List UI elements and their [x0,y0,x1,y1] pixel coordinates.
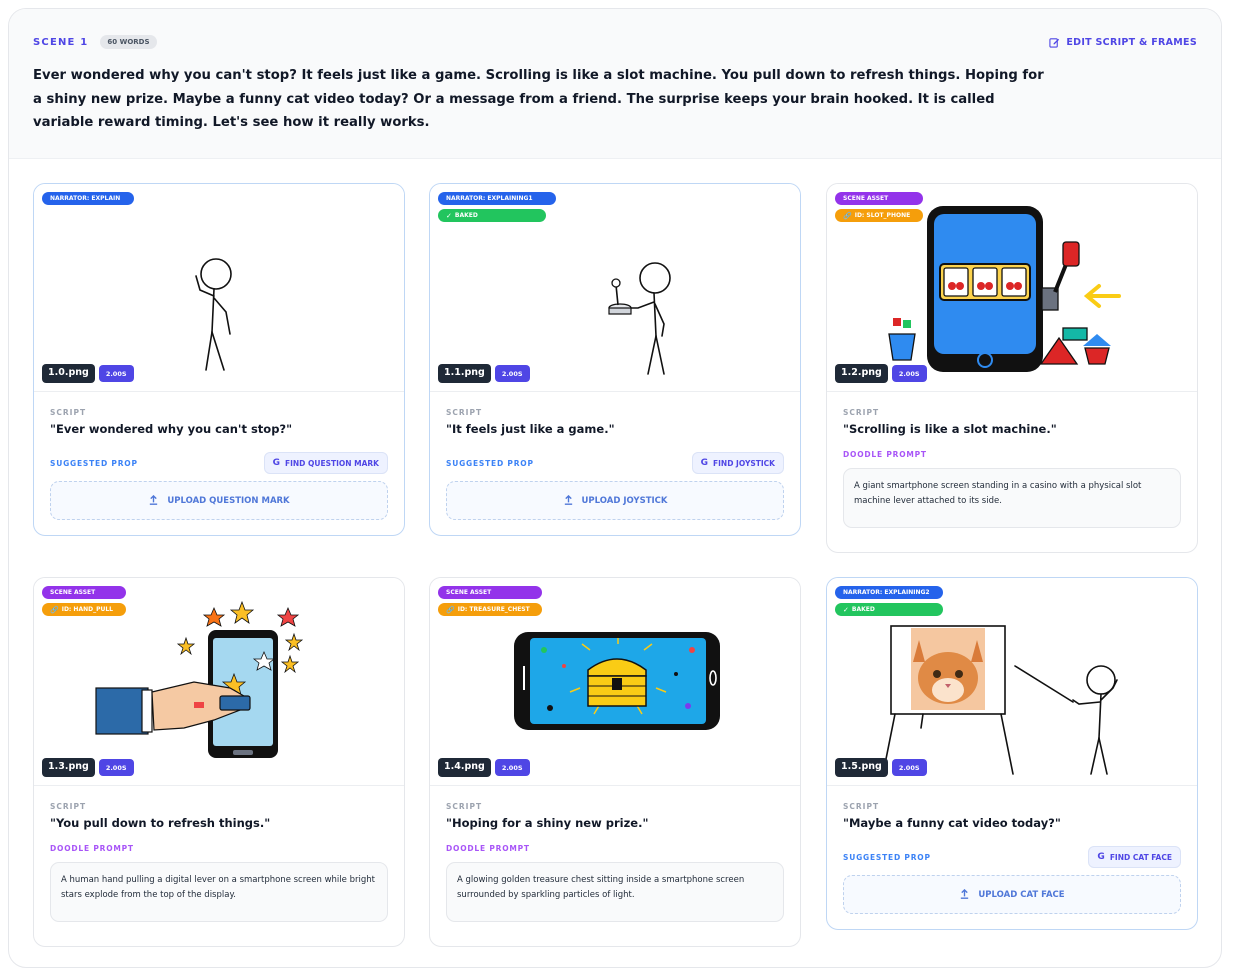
script-label: SCRIPT [50,408,87,417]
upload-icon [961,889,969,899]
frame-card[interactable]: NARRATOR: EXPLAINING1 ✓ BAKED 1.1.png 2.0… [429,183,801,536]
suggested-prop-label: SUGGESTED PROP [50,458,138,468]
frame-thumbnail[interactable]: NARRATOR: EXPLAINING1 ✓ BAKED 1.1.png 2.0… [430,184,800,392]
file-name: 1.0.png [42,364,95,383]
baked-label: BAKED [851,606,875,613]
google-icon: G [272,458,280,468]
frame-card[interactable]: NARRATOR: EXPLAIN 1.0.png 2.00S SCRIPT "… [33,183,405,536]
duration-badge: 2.00S [891,759,927,776]
script-text: "It feels just like a game." [446,422,615,436]
edit-icon [1049,37,1060,48]
stick-figure-image [195,258,232,371]
doodle-prompt-label: DOODLE PROMPT [843,450,927,459]
asset-id-tag: 🔗 ID: TREASURE_CHEST [438,603,542,616]
find-prop-label: FIND QUESTION MARK [284,458,379,468]
upload-prop-button[interactable]: UPLOAD QUESTION MARK [50,481,388,520]
script-label: SCRIPT [446,802,483,811]
asset-id-label: ID: HAND_PULL [61,606,114,613]
word-count-badge: 60 WORDS [100,35,157,49]
asset-tag: SCENE ASSET [438,586,542,599]
file-name: 1.4.png [438,758,491,777]
upload-prop-label: UPLOAD CAT FACE [978,889,1065,900]
asset-tag: SCENE ASSET [835,192,923,205]
duration-badge: 2.00S [494,365,530,382]
doodle-prompt-text[interactable]: A glowing golden treasure chest sitting … [446,862,784,922]
upload-icon [150,495,158,505]
google-icon: G [700,458,709,468]
find-prop-button[interactable]: G FIND JOYSTICK [691,452,784,474]
script-text: "You pull down to refresh things." [50,816,271,830]
doodle-prompt-label: DOODLE PROMPT [50,844,134,853]
link-icon: 🔗 [446,605,455,614]
duration-badge: 2.00S [98,365,134,382]
file-name: 1.3.png [42,758,95,777]
link-icon: 🔗 [843,211,852,220]
script-text: "Hoping for a shiny new prize." [446,816,649,830]
edit-script-button[interactable]: EDIT SCRIPT & FRAMES [1049,37,1197,48]
asset-id-tag: 🔗 ID: HAND_PULL [42,603,126,616]
upload-prop-button[interactable]: UPLOAD JOYSTICK [446,481,784,520]
frame-thumbnail[interactable]: NARRATOR: EXPLAIN 1.0.png 2.00S [34,184,404,392]
baked-tag: ✓ BAKED [438,209,546,222]
file-name: 1.5.png [835,758,888,777]
duration-badge: 2.00S [494,759,530,776]
doodle-prompt-label: DOODLE PROMPT [446,844,530,853]
duration-badge: 2.00S [891,365,927,382]
asset-id-tag: 🔗 ID: SLOT_PHONE [835,209,923,222]
script-text: "Maybe a funny cat video today?" [843,816,1061,830]
script-text: "Scrolling is like a slot machine." [843,422,1057,436]
upload-icon [564,495,572,505]
script-label: SCRIPT [843,408,880,417]
duration-badge: 2.00S [98,759,134,776]
frame-thumbnail[interactable]: SCENE ASSET 🔗 ID: HAND_PULL 1.3.png 2.00S [34,578,404,786]
file-name: 1.1.png [438,364,491,383]
frame-card[interactable]: SCENE ASSET 🔗 ID: TREASURE_CHEST 1.4.png … [429,577,801,947]
script-text: "Ever wondered why you can't stop?" [50,422,293,436]
frame-card[interactable]: SCENE ASSET 🔗 ID: HAND_PULL 1.3.png 2.00S… [33,577,405,947]
check-icon: ✓ [446,211,452,220]
doodle-prompt-text[interactable]: A giant smartphone screen standing in a … [843,468,1181,528]
narrator-tag: NARRATOR: EXPLAINING2 [835,586,943,599]
script-label: SCRIPT [843,802,880,811]
suggested-prop-label: SUGGESTED PROP [843,852,931,862]
frame-thumbnail[interactable]: NARRATOR: EXPLAINING2 ✓ BAKED 1.5.png 2.0… [827,578,1197,786]
frame-thumbnail[interactable]: SCENE ASSET 🔗 ID: TREASURE_CHEST 1.4.png … [430,578,800,786]
frame-card[interactable]: NARRATOR: EXPLAINING2 ✓ BAKED 1.5.png 2.0… [826,577,1198,930]
asset-tag: SCENE ASSET [42,586,126,599]
script-label: SCRIPT [50,802,87,811]
find-prop-label: FIND JOYSTICK [713,458,775,468]
baked-tag: ✓ BAKED [835,603,943,616]
scene-header: SCENE 1 60 WORDS EDIT SCRIPT & FRAMES Ev… [9,9,1221,159]
find-prop-label: FIND CAT FACE [1109,852,1172,862]
check-icon: ✓ [843,605,849,614]
google-icon: G [1097,852,1105,862]
find-prop-button[interactable]: G FIND CAT FACE [1088,846,1181,868]
scene-label: SCENE 1 [33,36,89,48]
frame-thumbnail[interactable]: SCENE ASSET 🔗 ID: SLOT_PHONE 1.2.png 2.00… [827,184,1197,392]
find-prop-button[interactable]: G FIND QUESTION MARK [263,452,388,474]
upload-prop-label: UPLOAD QUESTION MARK [167,495,290,506]
scene-narration: Ever wondered why you can't stop? It fee… [33,68,1044,130]
narrator-tag: NARRATOR: EXPLAINING1 [438,192,556,205]
file-name: 1.2.png [835,364,888,383]
script-label: SCRIPT [446,408,483,417]
narrator-tag: NARRATOR: EXPLAIN [42,192,134,205]
link-icon: 🔗 [50,605,59,614]
edit-script-label: EDIT SCRIPT & FRAMES [1066,36,1197,48]
upload-prop-button[interactable]: UPLOAD CAT FACE [843,875,1181,914]
upload-prop-label: UPLOAD JOYSTICK [581,495,668,506]
asset-id-label: ID: SLOT_PHONE [854,212,911,219]
frame-card[interactable]: SCENE ASSET 🔗 ID: SLOT_PHONE 1.2.png 2.00… [826,183,1198,553]
asset-id-label: ID: TREASURE_CHEST [457,606,530,613]
doodle-prompt-text[interactable]: A human hand pulling a digital lever on … [50,862,388,922]
baked-label: BAKED [454,212,478,219]
scene-panel: SCENE 1 60 WORDS EDIT SCRIPT & FRAMES Ev… [8,8,1222,968]
suggested-prop-label: SUGGESTED PROP [446,458,534,468]
